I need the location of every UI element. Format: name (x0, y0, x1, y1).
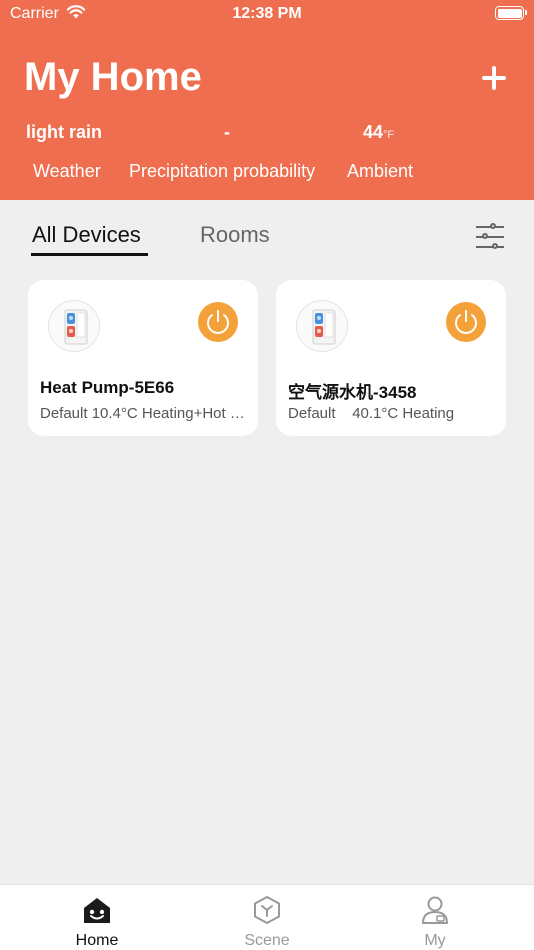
home-icon (84, 898, 110, 923)
plus-icon[interactable] (476, 60, 512, 96)
tab-home[interactable]: Home (37, 885, 157, 950)
status-bar: Carrier 12:38 PM (0, 0, 534, 28)
ambient-value: 44 (363, 122, 384, 142)
tab-bar: Home Scene My (0, 884, 534, 950)
ambient-unit: °F (383, 129, 395, 141)
precipitation-label: Precipitation probability (129, 161, 316, 181)
power-icon (455, 310, 477, 334)
weather-label: Weather (33, 161, 101, 181)
tab-my-label: My (424, 932, 446, 949)
precipitation-value: - (224, 122, 230, 142)
tab-scene-label: Scene (244, 932, 290, 949)
tab-scene[interactable]: Scene (207, 885, 327, 950)
clock: 12:38 PM (232, 5, 302, 22)
device-status: Default 40.1°C Heating (288, 405, 455, 422)
heat-pump-icon (296, 300, 348, 352)
device-name: Heat Pump-5E66 (40, 378, 175, 397)
tab-my[interactable]: My (375, 885, 495, 950)
device-status: Default 10.4°C Heating+Hot Water (40, 405, 250, 422)
battery-icon (495, 6, 527, 20)
tab-rooms[interactable]: Rooms (200, 222, 270, 248)
filter-icon[interactable] (474, 222, 506, 252)
device-card[interactable]: 空气源水机-3458 Default 40.1°C Heating (276, 280, 506, 436)
power-icon (207, 310, 229, 334)
heat-pump-icon (48, 300, 100, 352)
page-title: My Home (24, 55, 202, 99)
active-tab-indicator (31, 253, 148, 256)
tab-home-label: Home (75, 932, 119, 949)
weather-condition: light rain (26, 122, 102, 142)
profile-icon (422, 896, 448, 924)
scene-icon (254, 896, 280, 924)
power-button[interactable] (198, 302, 238, 342)
device-name: 空气源水机-3458 (288, 383, 417, 402)
device-card[interactable]: Heat Pump-5E66 Default 10.4°C Heating+Ho… (28, 280, 258, 436)
ambient-label: Ambient (347, 161, 414, 181)
ambient-temperature: 44°F (363, 122, 394, 143)
power-button[interactable] (446, 302, 486, 342)
tab-all-devices[interactable]: All Devices (32, 222, 141, 248)
header: Carrier 12:38 PM My Home light rain - 44… (0, 0, 534, 200)
